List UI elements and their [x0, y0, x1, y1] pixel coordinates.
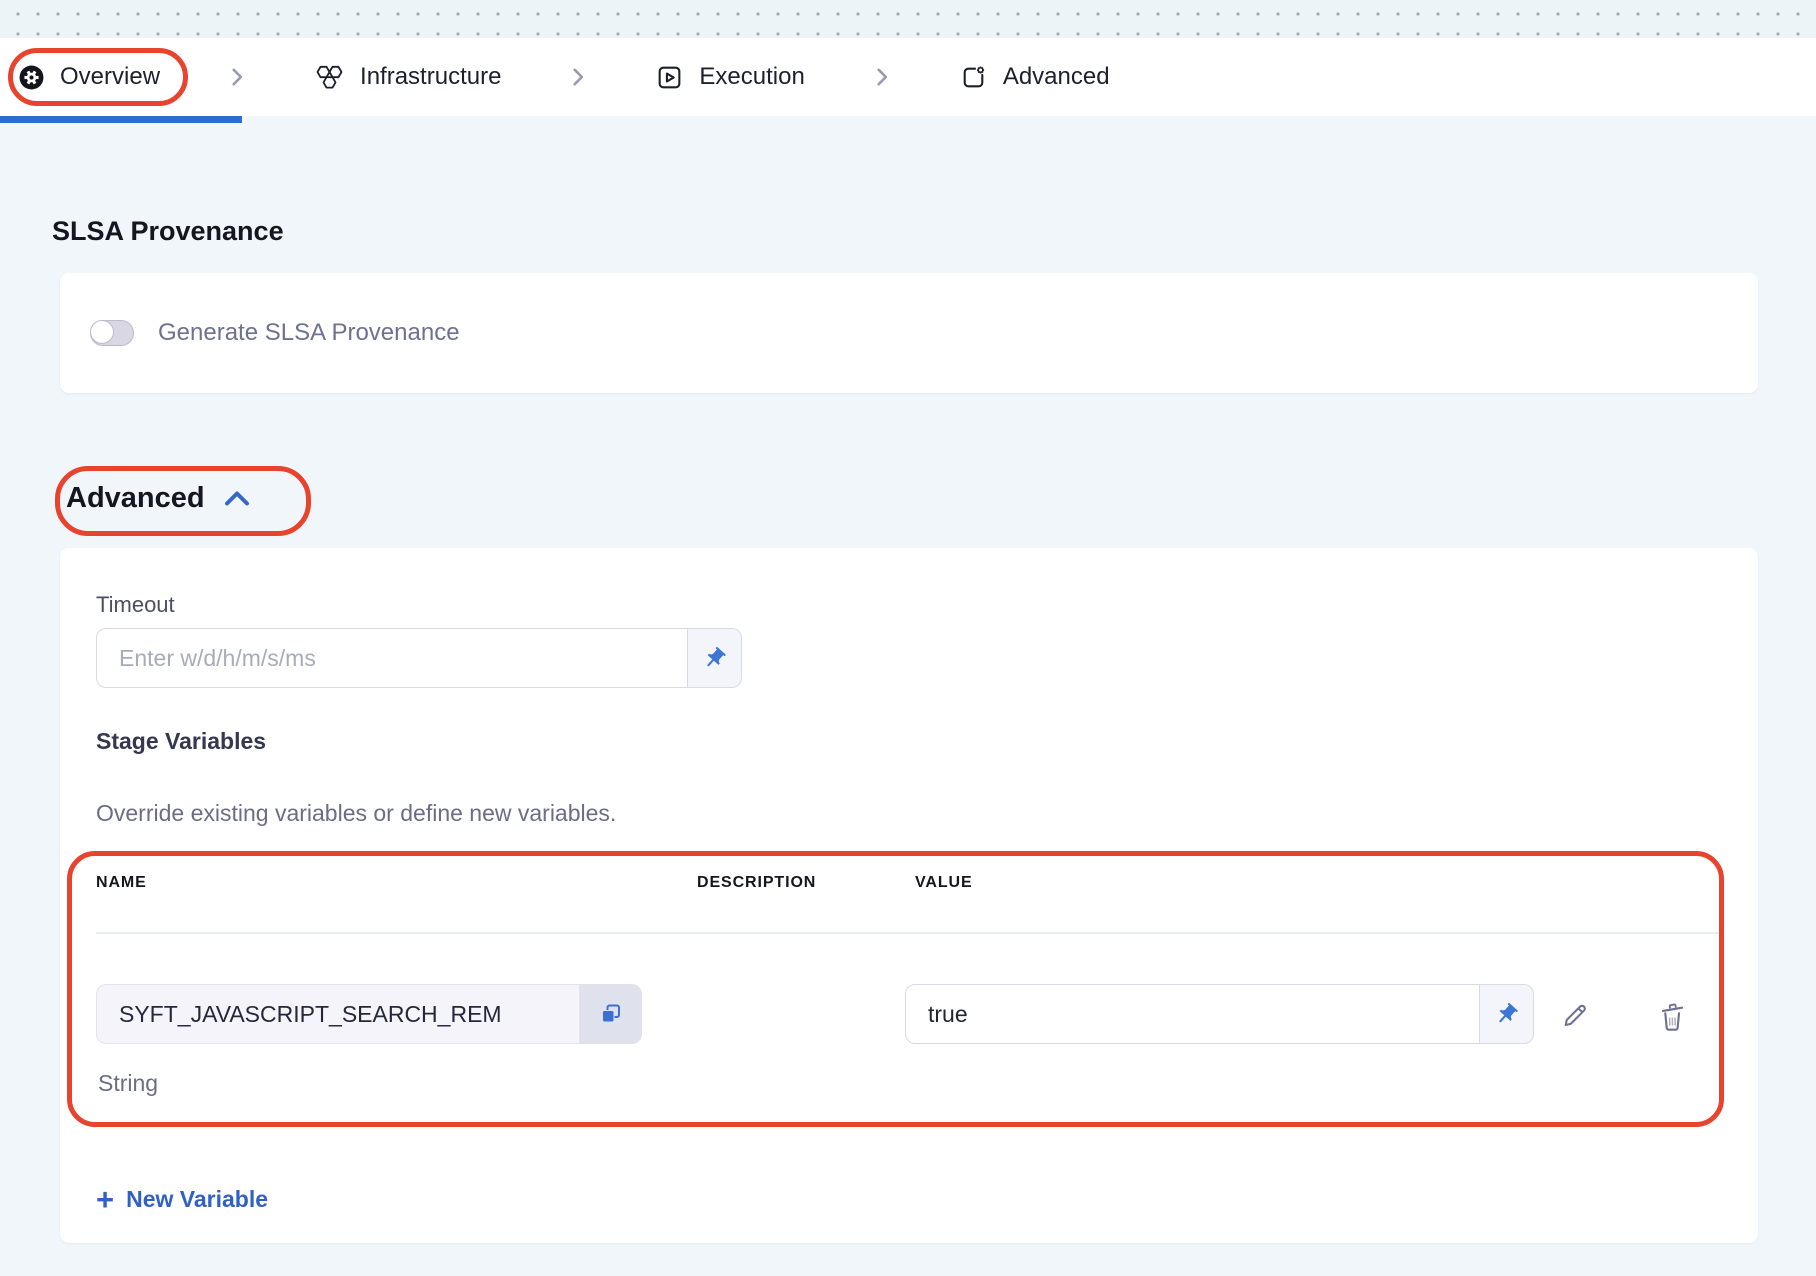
stage-variable-row: String: [60, 984, 1758, 1184]
timeout-input[interactable]: [96, 628, 688, 688]
trash-icon: [1656, 999, 1688, 1033]
table-header-divider: [96, 932, 1722, 934]
variable-value-group: [905, 984, 1534, 1044]
chevron-up-icon: [222, 488, 252, 509]
column-header-description: DESCRIPTION: [697, 874, 816, 892]
chevron-right-icon: [226, 66, 248, 88]
advanced-section-card: Timeout Stage Variables Override existin…: [60, 548, 1758, 1243]
chevron-right-icon: [567, 66, 589, 88]
slsa-provenance-heading: SLSA Provenance: [52, 216, 284, 247]
copy-variable-button[interactable]: [580, 984, 642, 1044]
stage-variables-heading: Stage Variables: [96, 728, 266, 755]
infrastructure-hexagons-icon: [314, 64, 345, 91]
new-variable-button[interactable]: + New Variable: [96, 1184, 268, 1215]
tab-execution[interactable]: Execution: [655, 63, 804, 92]
plus-icon: +: [96, 1184, 114, 1215]
tab-infrastructure[interactable]: Infrastructure: [314, 63, 501, 91]
stage-configuration-page: Overview Infrastructure: [0, 0, 1816, 1276]
copy-icon: [598, 1001, 624, 1027]
variable-type-label: String: [98, 1070, 158, 1097]
tab-overview-label: Overview: [60, 63, 160, 91]
variable-name-group: [96, 984, 642, 1044]
slsa-provenance-card: Generate SLSA Provenance: [60, 273, 1758, 393]
column-header-name: NAME: [96, 874, 147, 892]
stage-variables-description: Override existing variables or define ne…: [96, 800, 616, 827]
tab-advanced-label: Advanced: [1003, 63, 1110, 91]
variable-name-input[interactable]: [96, 984, 580, 1044]
tab-overview[interactable]: Overview: [18, 63, 160, 91]
edit-variable-button[interactable]: [1550, 992, 1598, 1040]
pushpin-icon: [1494, 1002, 1519, 1027]
tab-execution-label: Execution: [699, 63, 804, 91]
tab-infrastructure-label: Infrastructure: [360, 63, 501, 91]
timeout-input-group: [96, 628, 742, 688]
tab-advanced[interactable]: Advanced: [959, 63, 1110, 92]
overview-gear-circle-icon: [18, 64, 45, 91]
delete-variable-button[interactable]: [1648, 992, 1696, 1040]
advanced-section-title: Advanced: [66, 482, 205, 515]
advanced-gear-square-icon: [959, 63, 988, 92]
generate-slsa-toggle-label: Generate SLSA Provenance: [158, 319, 460, 347]
new-variable-label: New Variable: [126, 1186, 268, 1213]
advanced-section-header[interactable]: Advanced: [66, 482, 252, 515]
execution-play-icon: [655, 63, 684, 92]
pushpin-icon: [702, 646, 727, 671]
stage-tab-bar: Overview Infrastructure: [0, 38, 1816, 116]
active-tab-underline: [0, 116, 242, 123]
canvas-dotted-background: [0, 0, 1816, 38]
timeout-pin-button[interactable]: [688, 628, 742, 688]
variable-value-input[interactable]: [905, 984, 1480, 1044]
chevron-right-icon: [871, 66, 893, 88]
timeout-label: Timeout: [96, 592, 175, 618]
column-header-value: VALUE: [915, 874, 973, 892]
generate-slsa-toggle[interactable]: [90, 320, 134, 346]
pencil-icon: [1558, 1000, 1590, 1032]
value-pin-button[interactable]: [1480, 984, 1534, 1044]
toggle-knob: [90, 320, 114, 344]
